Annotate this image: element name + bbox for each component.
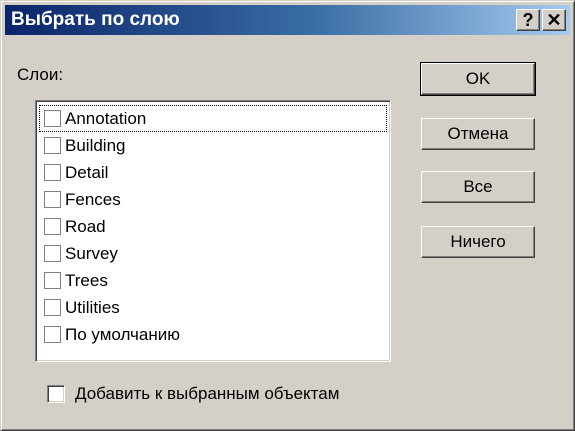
select-by-layer-dialog: Выбрать по слою ? ✕ Слои: Annotation Bui… xyxy=(0,0,575,431)
layer-item-annotation[interactable]: Annotation xyxy=(39,105,387,132)
layer-item-detail[interactable]: Detail xyxy=(39,159,390,186)
help-button[interactable]: ? xyxy=(516,9,540,31)
cancel-button[interactable]: Отмена xyxy=(421,118,535,150)
layer-checkbox[interactable] xyxy=(44,110,61,127)
layer-item-utilities[interactable]: Utilities xyxy=(39,294,390,321)
layer-checkbox[interactable] xyxy=(44,164,61,181)
add-to-selection-checkbox[interactable] xyxy=(47,385,65,403)
ok-button[interactable]: OK xyxy=(420,62,536,96)
layer-label: По умолчанию xyxy=(65,324,180,344)
layer-checkbox[interactable] xyxy=(44,326,61,343)
layer-label: Annotation xyxy=(65,108,147,128)
layer-item-default[interactable]: По умолчанию xyxy=(39,321,390,348)
layer-item-trees[interactable]: Trees xyxy=(39,267,390,294)
layer-checkbox[interactable] xyxy=(44,299,61,316)
layer-item-building[interactable]: Building xyxy=(39,132,390,159)
layer-checkbox[interactable] xyxy=(44,218,61,235)
layer-label: Fences xyxy=(65,189,121,209)
layers-label: Слои: xyxy=(17,65,64,84)
close-icon: ✕ xyxy=(546,10,562,30)
select-none-button[interactable]: Ничего xyxy=(421,226,535,258)
layer-label: Building xyxy=(65,135,126,155)
layer-checkbox[interactable] xyxy=(44,191,61,208)
layer-item-road[interactable]: Road xyxy=(39,213,390,240)
layer-checkbox[interactable] xyxy=(44,272,61,289)
layer-label: Survey xyxy=(65,243,118,263)
layer-item-fences[interactable]: Fences xyxy=(39,186,390,213)
layer-label: Utilities xyxy=(65,297,120,317)
layer-item-survey[interactable]: Survey xyxy=(39,240,390,267)
layer-checkbox[interactable] xyxy=(44,137,61,154)
select-all-button[interactable]: Все xyxy=(421,171,535,203)
layers-listbox[interactable]: Annotation Building Detail Fences Road S… xyxy=(35,100,391,362)
layer-label: Detail xyxy=(65,162,109,182)
layer-label: Road xyxy=(65,216,106,236)
title-bar[interactable]: Выбрать по слою ? ✕ xyxy=(5,5,570,35)
help-icon: ? xyxy=(522,10,534,30)
add-to-selection-label: Добавить к выбранным объектам xyxy=(75,384,340,403)
layer-checkbox[interactable] xyxy=(44,245,61,262)
dialog-title: Выбрать по слою xyxy=(11,9,180,30)
layer-label: Trees xyxy=(65,270,108,290)
close-button[interactable]: ✕ xyxy=(542,9,566,31)
